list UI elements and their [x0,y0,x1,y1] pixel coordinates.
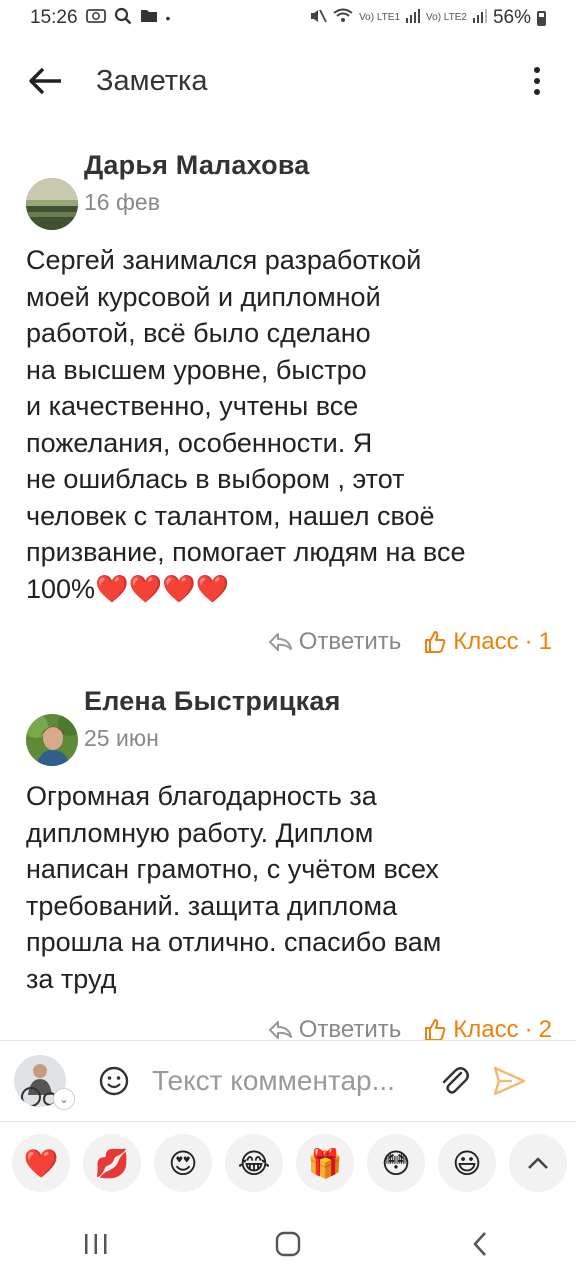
like-button[interactable]: Класс · 2 [423,1016,552,1040]
reaction-heart-eyes[interactable]: 😍 [154,1134,212,1192]
comment-line: работой, всё было сделано [26,318,371,348]
comment-header: Елена Быстрицкая 25 июн [26,686,341,766]
more-menu-button[interactable] [522,60,552,102]
reply-button[interactable]: Ответить [267,1016,402,1040]
like-count: 1 [538,628,552,655]
reaction-smile[interactable]: 😃 [438,1134,496,1192]
comment-item: Дарья Малахова 16 фев Сергей занимался р… [0,150,576,670]
comment-date: 16 фев [84,189,160,215]
comment-line: и качественно, учтены все [26,391,359,421]
smiley-icon [99,1066,129,1096]
attach-button[interactable] [438,1064,472,1098]
status-right: Vo) LTE1 Vo) LTE2 56% [309,7,546,29]
signal-2-icon [472,8,487,28]
comment-meta: Дарья Малахова 16 фев [84,150,310,230]
author-name[interactable]: Дарья Малахова [84,150,310,181]
network-1-label: Vo) LTE1 [359,12,401,23]
comment-line: не ошиблась в выбором , этот [26,464,405,494]
status-left: 15:26 • [30,7,170,30]
comment-item: Елена Быстрицкая 25 июн Огромная благода… [0,686,576,1040]
emoji-button[interactable] [98,1065,130,1097]
author-name[interactable]: Елена Быстрицкая [84,686,341,717]
like-button[interactable]: Класс · 1 [423,628,552,656]
comment-line: прошла на отлично. спасибо вам [26,927,442,957]
paperclip-icon [442,1067,469,1094]
comment-header: Дарья Малахова 16 фев [26,150,310,230]
arrow-left-icon [29,67,61,95]
comment-input-bar: ⌄ [0,1040,576,1122]
comment-date: 25 июн [84,725,159,751]
avatar[interactable] [26,714,78,766]
search-icon [114,7,132,30]
reaction-gift[interactable]: 🎁 [296,1134,354,1192]
app-bar: Заметка [0,50,576,112]
signal-1-icon [406,8,421,28]
reply-icon [268,1021,292,1039]
network-2-label: Vo) LTE2 [426,12,467,23]
comment-text: Огромная благодарность за дипломную рабо… [26,778,556,997]
expand-reactions-button[interactable] [509,1134,567,1192]
chevron-up-icon [528,1157,548,1169]
comment-line: призвание, помогает людям на все [26,537,466,567]
battery-icon [537,10,546,26]
comment-input[interactable] [152,1065,432,1097]
thumbs-up-icon [425,631,446,653]
system-nav-bar [0,1208,576,1280]
send-button[interactable] [492,1064,526,1098]
comment-line: пожелания, особенности. Я [26,427,373,458]
like-label: Класс [453,628,519,655]
chevron-left-icon [473,1232,486,1256]
comment-line: на высшем уровне, быстро [26,354,367,385]
battery-percent: 56% [492,7,531,28]
status-time: 15:26 [30,7,78,28]
reaction-kiss[interactable]: 💋 [83,1134,141,1192]
reply-icon [268,633,292,651]
reply-label: Ответить [298,628,402,655]
gallery-icon [85,8,106,29]
comment-text: Сергей занимался разработкой моей курсов… [26,242,556,607]
send-icon [493,1066,526,1096]
avatar[interactable] [26,178,78,230]
notification-dot-icon: • [165,10,171,26]
more-vertical-icon [534,67,540,73]
recents-icon [85,1234,107,1254]
wifi-icon [333,8,353,28]
home-button[interactable] [258,1214,318,1274]
reaction-laugh[interactable]: 😂 [225,1134,283,1192]
quick-reactions: ❤️ 💋 😍 😂 🎁 😳 😃 [0,1134,576,1192]
comment-actions: Ответить Класс · 2 [267,1016,552,1040]
like-count: 2 [538,1016,552,1040]
reaction-flushed[interactable]: 😳 [367,1134,425,1192]
mute-icon [309,8,327,29]
folder-icon [140,8,158,28]
comment-line: за труд [26,963,117,994]
thumbs-up-icon [425,1019,446,1040]
reply-label: Ответить [298,1016,402,1040]
comment-line: дипломную работу. Диплом [26,817,374,848]
reaction-heart[interactable]: ❤️ [12,1134,70,1192]
like-label: Класс [453,1016,519,1040]
chevron-down-icon[interactable]: ⌄ [53,1088,75,1110]
comment-line: 100%❤️❤️❤️❤️ [26,573,230,604]
comment-meta: Елена Быстрицкая 25 июн [84,686,341,766]
comments-list: Дарья Малахова 16 фев Сергей занимался р… [0,140,576,1040]
home-icon [275,1231,301,1257]
status-bar: 15:26 • Vo) LTE1 Vo) LTE2 56% [0,0,576,36]
system-back-button[interactable] [450,1214,510,1274]
comment-line: написан грамотно, с учётом всех [26,854,439,884]
recents-button[interactable] [66,1214,126,1274]
reply-button[interactable]: Ответить [267,628,402,656]
comment-line: человек с талантом, нашел своё [26,500,435,531]
back-button[interactable] [10,50,80,112]
comment-line: требований. защита диплома [26,890,398,921]
comment-line: моей курсовой и дипломной [26,281,381,312]
comment-line: Огромная благодарность за [26,781,377,811]
page-title: Заметка [96,64,208,97]
comment-line: Сергей занимался разработкой [26,245,422,275]
comment-actions: Ответить Класс · 1 [267,628,552,656]
